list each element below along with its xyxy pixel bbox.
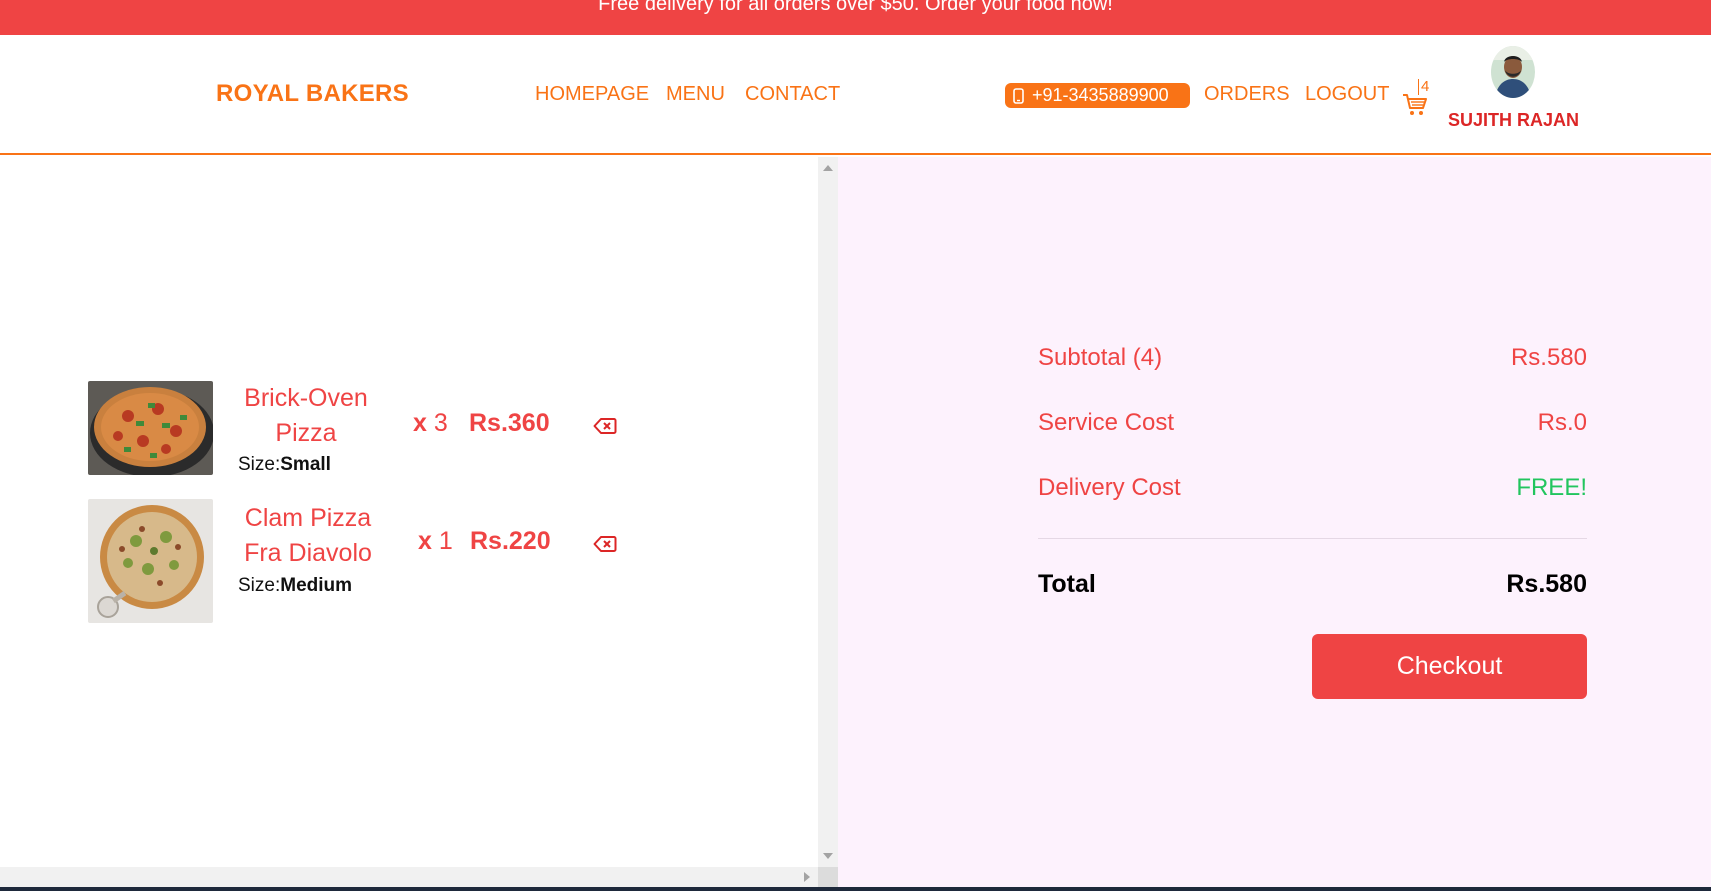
cart-button[interactable]: 4 bbox=[1402, 79, 1432, 119]
item-name: Clam Pizza Fra Diavolo bbox=[244, 504, 372, 567]
navbar: ROYAL BAKERS HOMEPAGE MENU CONTACT +91-3… bbox=[0, 35, 1711, 155]
cart-icon bbox=[1403, 94, 1427, 115]
cart-item: Clam Pizza Fra Diavolo Size:Medium x 1 R… bbox=[88, 499, 648, 624]
subtotal-label: Subtotal (4) bbox=[1038, 344, 1163, 371]
vertical-scrollbar[interactable] bbox=[818, 157, 838, 867]
scroll-right-arrow-icon[interactable] bbox=[804, 872, 810, 882]
scrollbar-corner bbox=[818, 867, 838, 887]
phone-number: +91-3435889900 bbox=[1032, 85, 1169, 105]
avatar[interactable] bbox=[1491, 46, 1535, 98]
item-quantity: x 3 bbox=[413, 409, 448, 437]
item-image bbox=[88, 381, 213, 475]
remove-item-icon[interactable] bbox=[593, 417, 617, 435]
item-size: Size:Medium bbox=[238, 575, 353, 596]
item-name: Brick-Oven Pizza bbox=[244, 384, 368, 447]
total-value: Rs.580 bbox=[1506, 570, 1587, 598]
promo-banner: Free delivery for all orders over $50. O… bbox=[0, 0, 1711, 35]
nav-menu[interactable]: MENU bbox=[666, 83, 725, 106]
item-price: Rs.360 bbox=[469, 409, 550, 437]
delivery-cost-label: Delivery Cost bbox=[1038, 474, 1181, 501]
subtotal-value: Rs.580 bbox=[1510, 344, 1587, 371]
item-price: Rs.220 bbox=[470, 527, 551, 555]
phone-badge[interactable]: +91-3435889900 bbox=[1005, 83, 1190, 108]
scroll-up-arrow-icon[interactable] bbox=[823, 165, 833, 171]
remove-item-icon[interactable] bbox=[593, 535, 617, 553]
nav-orders[interactable]: ORDERS bbox=[1204, 83, 1290, 106]
phone-icon bbox=[1013, 87, 1024, 104]
service-cost-label: Service Cost bbox=[1038, 409, 1175, 436]
checkout-button[interactable]: Checkout bbox=[1312, 634, 1587, 699]
item-quantity: x 1 bbox=[418, 527, 453, 555]
promo-text: Free delivery for all orders over $50. O… bbox=[598, 0, 1113, 15]
item-image bbox=[88, 499, 213, 623]
scroll-down-arrow-icon[interactable] bbox=[823, 853, 833, 859]
order-summary-pane: Subtotal (4) Rs.580 Service Cost Rs.0 De… bbox=[838, 157, 1711, 887]
user-name[interactable]: SUJITH RAJAN bbox=[1448, 110, 1579, 131]
nav-homepage[interactable]: HOMEPAGE bbox=[535, 83, 649, 106]
total-label: Total bbox=[1038, 570, 1096, 598]
delivery-cost-value: FREE! bbox=[1516, 474, 1587, 501]
cart-item: Brick-Oven Pizza Size:Small x 3 Rs.360 bbox=[88, 381, 648, 481]
summary-divider bbox=[1038, 538, 1587, 539]
nav-contact[interactable]: CONTACT bbox=[745, 83, 840, 106]
brand-logo[interactable]: ROYAL BAKERS bbox=[216, 80, 409, 108]
service-cost-value: Rs.0 bbox=[1537, 409, 1587, 436]
cart-items-pane: Brick-Oven Pizza Size:Small x 3 Rs.360 C… bbox=[0, 157, 818, 867]
item-size: Size:Small bbox=[238, 454, 331, 475]
taskbar-edge bbox=[0, 887, 1711, 891]
nav-logout[interactable]: LOGOUT bbox=[1305, 83, 1389, 106]
horizontal-scrollbar[interactable] bbox=[0, 867, 818, 887]
